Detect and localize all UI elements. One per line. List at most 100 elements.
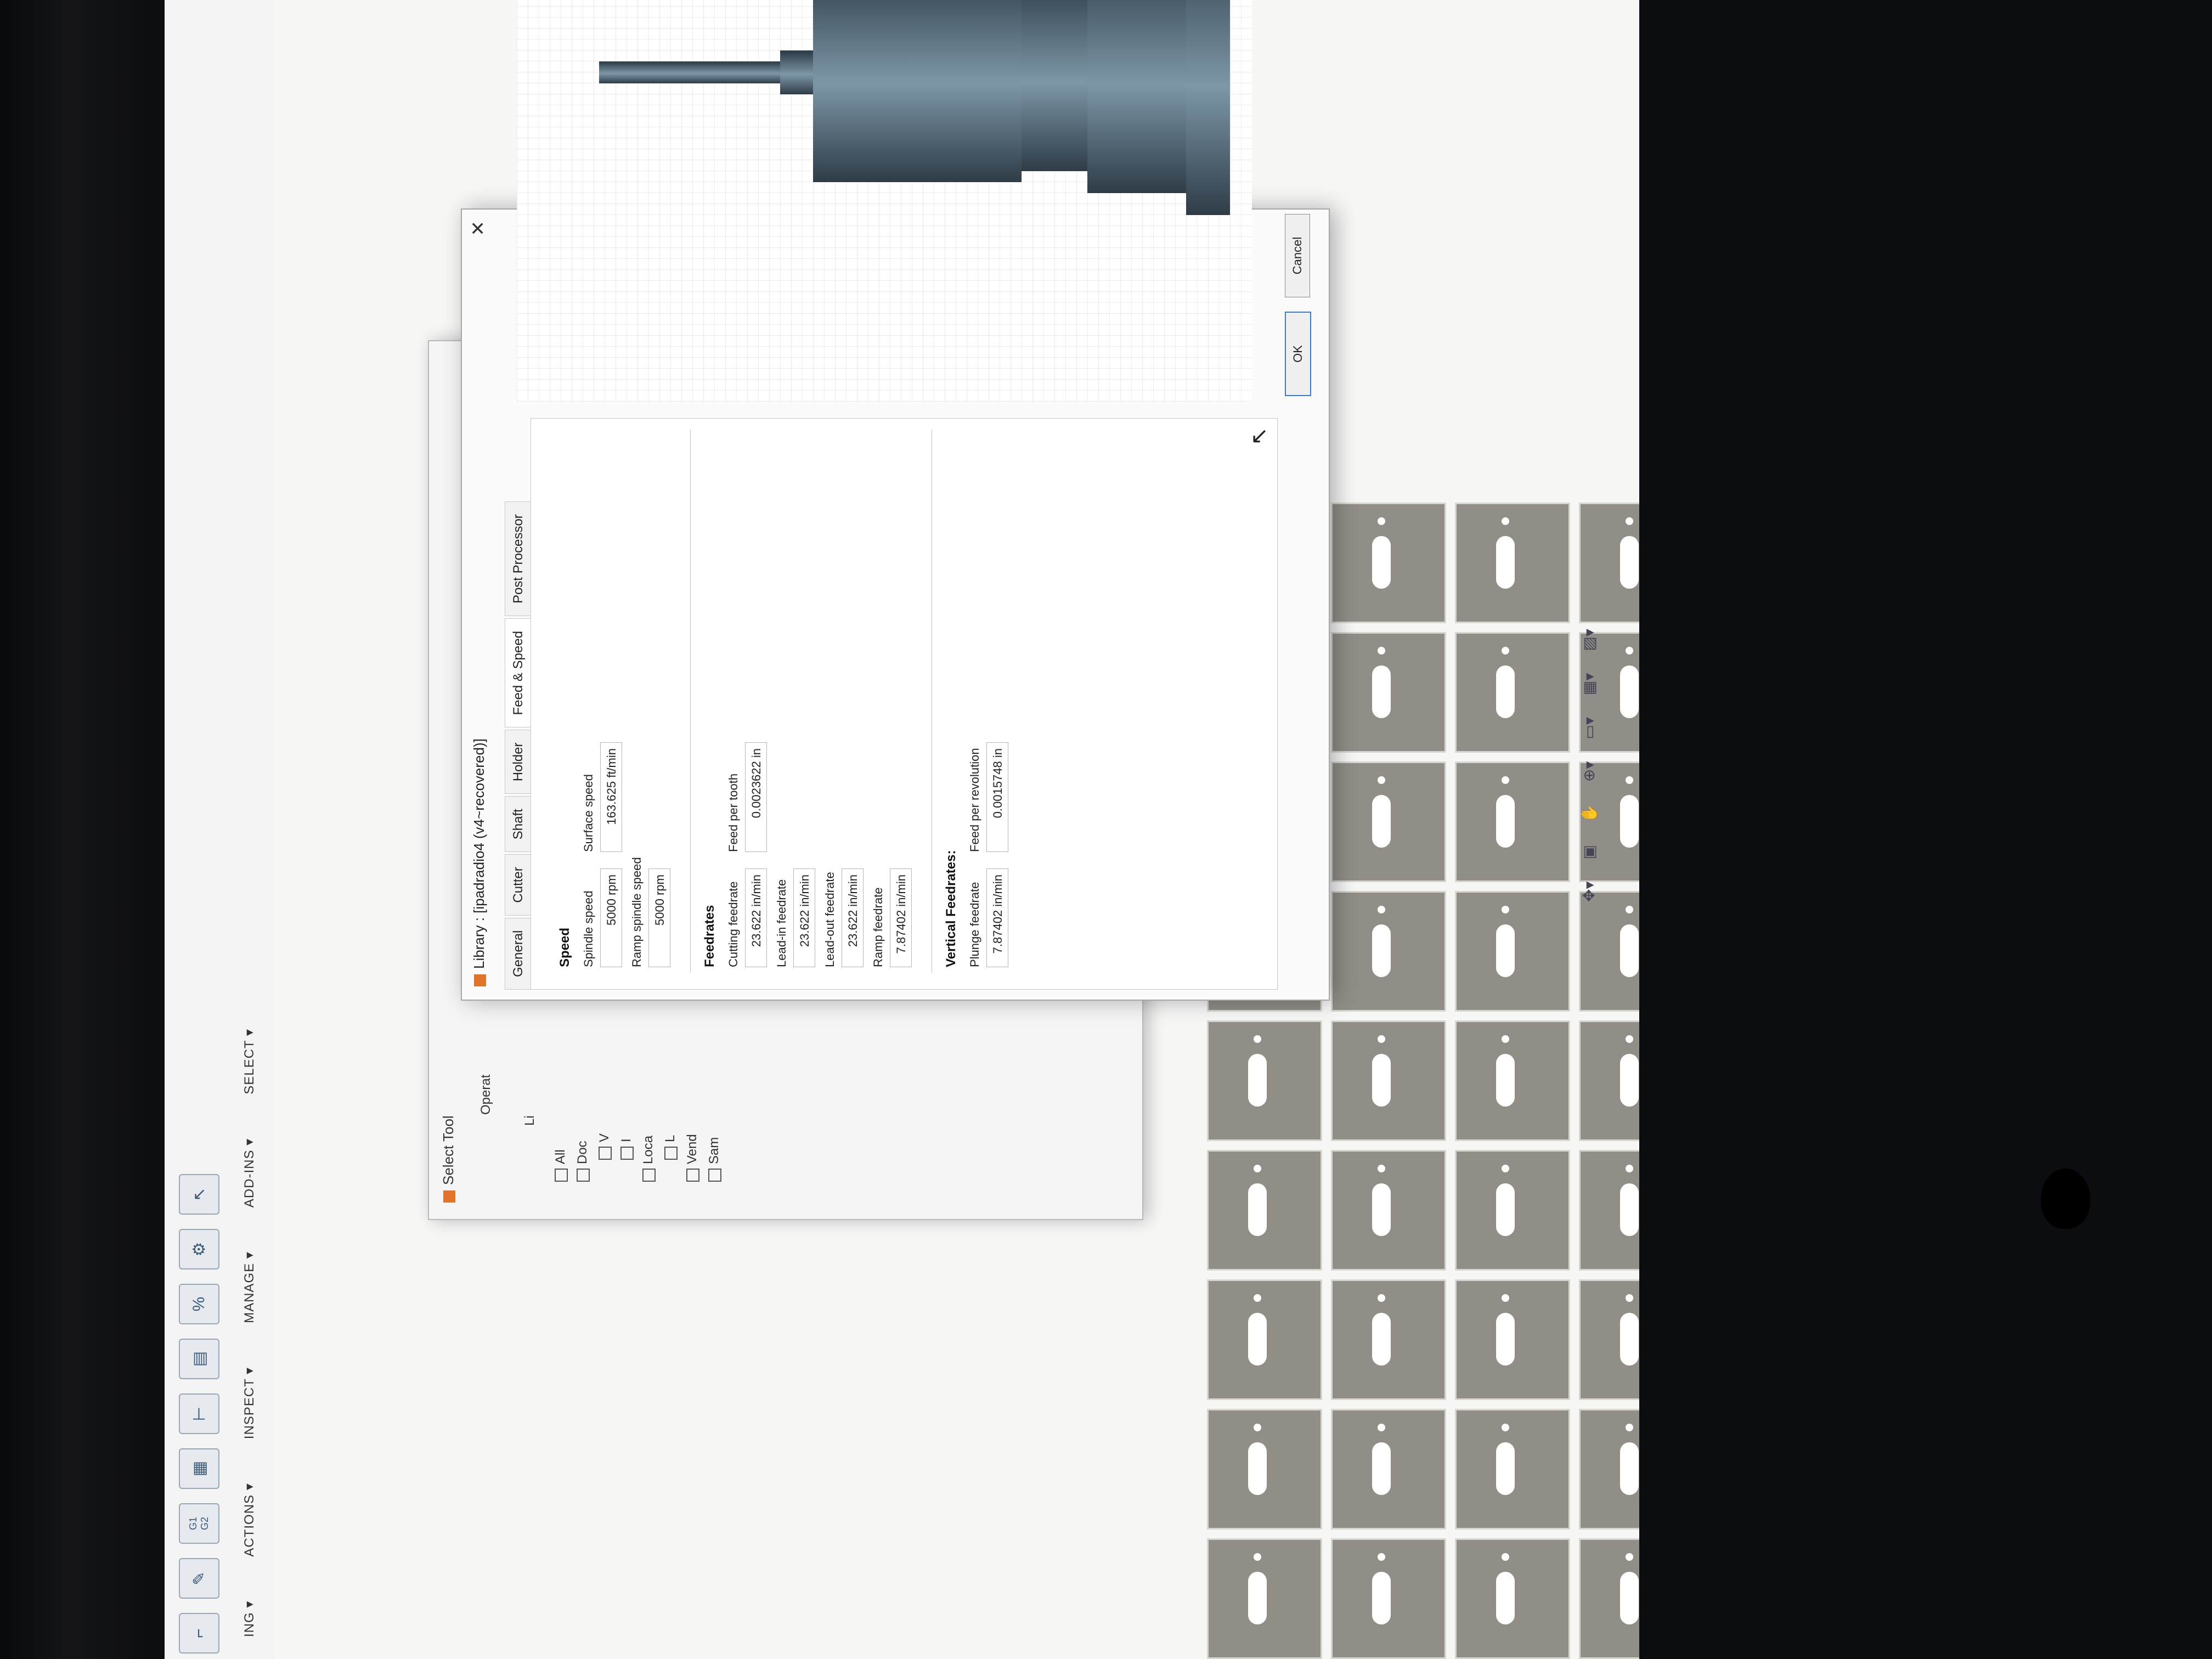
nested-part[interactable] [1455,1150,1570,1271]
gcode-icon[interactable]: G1 G2 [179,1503,219,1544]
nested-part[interactable] [1579,891,1639,1012]
ok-button[interactable]: OK [1285,312,1311,396]
pan-icon[interactable]: ✋ [1580,804,1598,823]
tree-item-i[interactable]: I [616,1133,637,1186]
viewports-icon[interactable]: ▨▾ [1580,629,1598,651]
tree-item-local[interactable]: Loca [637,1133,659,1186]
nested-part[interactable] [1331,761,1446,882]
menu-manage[interactable]: MANAGE ▾ [241,1229,257,1345]
checkbox-v[interactable] [598,1147,612,1160]
display-settings-icon[interactable]: ▭▾ [1580,717,1598,740]
nested-part[interactable] [1331,891,1446,1012]
tree-item-documents[interactable]: Doc [572,1133,594,1186]
tab-holder[interactable]: Holder [505,730,532,794]
cutting-feedrate-field[interactable]: 23.622 in/min [745,868,767,967]
nested-part[interactable] [1579,1150,1639,1271]
nested-part[interactable] [1579,1409,1639,1530]
nested-part[interactable] [1455,761,1570,882]
part-hole [1502,906,1509,913]
tree-item-vendor[interactable]: Vend [681,1133,703,1186]
nested-part[interactable] [1455,632,1570,753]
tree-item-v[interactable]: V [594,1133,616,1186]
feed-per-revolution-field[interactable]: 0.0015748 in [986,742,1008,852]
nested-part[interactable] [1331,1150,1446,1271]
nested-part[interactable] [1455,891,1570,1012]
nested-part[interactable] [1579,1538,1639,1659]
orbit-icon[interactable]: ✥▾ [1580,881,1598,902]
measure-icon[interactable]: ⊢ [179,1393,219,1434]
surface-speed-field[interactable]: 163.625 ft/min [600,742,622,852]
percent-icon[interactable]: % [179,1284,219,1324]
part-hole [1254,1035,1261,1043]
post-library-icon[interactable]: ⚙ [179,1229,219,1269]
checkbox-l[interactable] [664,1147,678,1160]
part-slot [1496,795,1515,848]
part-hole [1626,776,1633,784]
nested-part[interactable] [1331,1538,1446,1659]
tab-cutter[interactable]: Cutter [505,854,532,916]
look-at-icon[interactable]: ▣ [1580,845,1598,859]
checkbox-i[interactable] [620,1147,634,1160]
part-hole [1502,1165,1509,1172]
nested-part[interactable] [1207,1020,1322,1141]
ramp-feedrate-field[interactable]: 7.87402 in/min [890,868,912,967]
tree-item-samples[interactable]: Sam [703,1133,725,1186]
feed-per-tooth-field[interactable]: 0.0023622 in [745,742,767,852]
nested-part[interactable] [1207,1279,1322,1400]
nested-part[interactable] [1207,1538,1322,1659]
tab-general[interactable]: General [505,917,532,990]
nested-part[interactable] [1455,1020,1570,1141]
tool-shank [780,50,813,94]
close-icon[interactable]: ✕ [467,221,489,236]
menu-select[interactable]: SELECT ▾ [241,1007,257,1116]
nested-part[interactable] [1579,503,1639,623]
plunge-feedrate-field[interactable]: 7.87402 in/min [986,868,1008,967]
tab-shaft[interactable]: Shaft [505,796,532,853]
part-slot [1496,1442,1515,1495]
menu-actions[interactable]: ACTIONS ▾ [241,1461,257,1578]
select-icon[interactable]: ↖ [179,1174,219,1215]
setup-icon[interactable]: ⌐ [179,1613,219,1654]
tree-item-all[interactable]: All [550,1133,572,1186]
lead-in-feedrate-field[interactable]: 23.622 in/min [793,868,815,967]
tab-post-processor[interactable]: Post Processor [505,501,532,617]
ramp-spindle-speed-field[interactable]: 5000 rpm [648,868,670,967]
plunge-feedrate-label: Plunge feedrate [968,882,981,967]
spindle-speed-field[interactable]: 5000 rpm [600,868,622,967]
checkbox-samples[interactable] [708,1169,721,1182]
checkbox-documents[interactable] [576,1169,590,1182]
tab-feed-speed[interactable]: Feed & Speed [505,618,532,728]
nested-part[interactable] [1455,1538,1570,1659]
setup-sheet-icon[interactable]: ▦ [179,1448,219,1489]
nested-part[interactable] [1455,1409,1570,1530]
nested-part[interactable] [1455,1279,1570,1400]
nested-part[interactable] [1207,1150,1322,1271]
photo-background: ⌐ ✎ G1 G2 ▦ ⊢ ▤ % ⚙ ↖ ING ▾ ACTIONS ▾ IN… [0,0,2212,1659]
nested-part[interactable] [1455,503,1570,623]
nested-part[interactable] [1331,1409,1446,1530]
part-slot [1496,924,1515,977]
cancel-button[interactable]: Cancel [1285,214,1310,297]
nested-part[interactable] [1331,1020,1446,1141]
nested-part[interactable] [1207,1409,1322,1530]
tree-item-l[interactable]: L [659,1133,681,1186]
checkbox-vendor[interactable] [686,1169,699,1182]
lead-out-feedrate-field[interactable]: 23.622 in/min [842,868,864,967]
operation-tab[interactable]: Operat [478,1075,494,1115]
checkbox-all[interactable] [554,1169,568,1182]
simulate-icon[interactable]: ✎ [179,1558,219,1599]
part-slot [1496,1572,1515,1624]
nested-part[interactable] [1331,503,1446,623]
menu-inspect[interactable]: INSPECT ▾ [241,1345,257,1461]
menu-add-ins[interactable]: ADD-INS ▾ [241,1116,257,1229]
menu-milling[interactable]: ING ▾ [241,1579,257,1659]
tree-item-samples-label: Sam [707,1137,721,1164]
zoom-icon[interactable]: ⊕▾ [1580,761,1598,782]
grid-icon[interactable]: ▦▾ [1580,673,1598,696]
nested-part[interactable] [1331,632,1446,753]
nested-part[interactable] [1579,1279,1639,1400]
nested-part[interactable] [1331,1279,1446,1400]
tool-library-icon[interactable]: ▤ [179,1339,219,1379]
nested-part[interactable] [1579,1020,1639,1141]
checkbox-local[interactable] [642,1169,656,1182]
